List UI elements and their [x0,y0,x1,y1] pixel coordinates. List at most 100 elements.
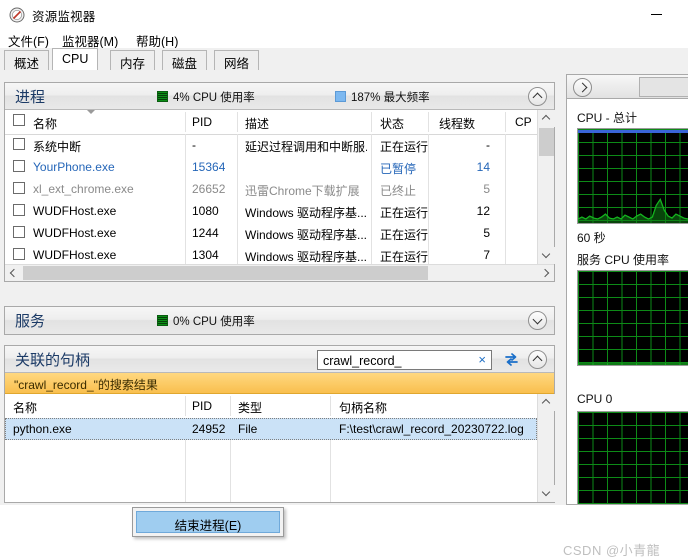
cell-status: 正在运行 [380,140,429,154]
cell-name: WUDFHost.exe [33,226,117,240]
context-menu-item-end-process[interactable]: 结束进程(E) [136,511,280,533]
cell-pid: 1244 [192,226,219,240]
select-all-checkbox[interactable] [13,114,25,126]
processes-panel-header[interactable]: 进程 4% CPU 使用率 187% 最大频率 [5,83,554,110]
graph-footer-60-seconds: 60 秒 [577,231,606,245]
search-input[interactable] [321,352,465,370]
service-cpu-trace [578,363,688,365]
scroll-up-icon[interactable] [538,110,555,127]
cell-type: File [238,422,258,436]
handles-title: 关联的句柄 [15,352,91,369]
table-row[interactable]: WUDFHost.exe 1244 Windows 驱动程序基... 正在运行 … [5,222,537,244]
right-column: CPU - 总计 60 秒 服务 CPU 使用率 CPU 0 [560,70,688,505]
tab-network[interactable]: 网络 [214,50,260,71]
cell-pid: 15364 [192,160,226,174]
processes-rows-viewport: 系统中断 - 延迟过程调用和中断服... 正在运行 - YourPhone.ex… [5,134,537,264]
graph-service-cpu [577,270,688,366]
minimize-button[interactable] [651,14,662,15]
column-divider[interactable] [237,112,238,132]
table-row[interactable]: YourPhone.exe 15364 已暂停 14 [5,156,537,178]
col-header-name[interactable]: 名称 [13,399,37,416]
cell-desc: Windows 驱动程序基... [245,250,367,264]
row-checkbox[interactable] [13,204,25,216]
cell-name: WUDFHost.exe [33,204,117,218]
cell-desc: 延迟过程调用和中断服... [245,140,367,154]
row-checkbox[interactable] [13,138,25,150]
scroll-down-icon[interactable] [538,485,555,502]
col-header-type[interactable]: 类型 [238,399,262,416]
row-checkbox[interactable] [13,182,25,194]
processes-table: 名称 PID 描述 状态 线程数 CP 系统中断 - 延迟过程调用和中断服...… [5,110,555,281]
handles-vertical-scrollbar[interactable] [537,394,555,502]
tab-strip: 概述 CPU 内存 磁盘 网络 [0,48,688,71]
cell-pid: 24952 [192,422,226,436]
processes-horizontal-scrollbar[interactable] [5,264,554,281]
column-divider[interactable] [185,396,186,416]
services-expand-icon[interactable] [528,311,547,330]
scroll-up-icon[interactable] [538,394,555,411]
chevron-right-icon[interactable] [573,78,592,97]
processes-cpu-usage: 4% CPU 使用率 [157,89,255,105]
scrollbar-thumb[interactable] [23,266,428,280]
tab-memory[interactable]: 内存 [110,50,156,71]
cell-name: python.exe [13,422,72,436]
col-header-pid[interactable]: PID [192,115,212,129]
column-divider[interactable] [185,112,186,132]
graph-cpu-0 [577,411,688,504]
column-divider[interactable] [371,112,372,132]
services-panel: 服务 0% CPU 使用率 [4,306,555,335]
cell-threads: - [486,138,490,152]
search-result-banner: "crawl_record_"的搜索结果 [5,373,554,394]
graph-label-cpu-total: CPU - 总计 [577,111,638,125]
csdn-watermark: CSDN @小青龍 [563,543,661,558]
processes-vertical-scrollbar[interactable] [537,110,555,264]
graph-label-cpu-0: CPU 0 [577,392,613,406]
table-row[interactable]: 系统中断 - 延迟过程调用和中断服... 正在运行 - [5,134,537,156]
col-header-handle-name[interactable]: 句柄名称 [339,399,387,416]
graph-view-selector[interactable] [639,77,688,97]
col-header-status[interactable]: 状态 [380,115,404,132]
cell-pid: 1304 [192,248,219,262]
row-checkbox[interactable] [13,226,25,238]
scroll-left-icon[interactable] [5,265,22,281]
search-arrows-icon[interactable] [503,351,521,369]
col-header-threads[interactable]: 线程数 [439,115,475,132]
scroll-right-icon[interactable] [537,265,554,281]
search-handles-box[interactable]: × [317,350,492,370]
tab-cpu[interactable]: CPU [52,48,99,70]
left-column: 进程 4% CPU 使用率 187% 最大频率 名称 PID 描述 状态 线程数… [4,74,555,505]
cell-desc: 迅雷Chrome下载扩展 [245,184,360,198]
col-header-pid[interactable]: PID [192,399,212,413]
column-divider[interactable] [505,112,506,132]
row-checkbox[interactable] [13,160,25,172]
right-panel-header [566,74,688,99]
column-divider[interactable] [230,396,231,416]
cell-pid: 1080 [192,204,219,218]
processes-collapse-icon[interactable] [528,87,547,106]
green-swatch-icon [157,91,168,102]
table-row[interactable]: WUDFHost.exe 1080 Windows 驱动程序基... 正在运行 … [5,200,537,222]
col-header-cpu[interactable]: CP [515,115,532,129]
processes-title: 进程 [15,89,46,106]
graph-label-service-cpu: 服务 CPU 使用率 [577,253,670,267]
table-row[interactable]: python.exe 24952 File F:\test\crawl_reco… [5,418,537,440]
tab-disk[interactable]: 磁盘 [162,50,208,71]
cell-threads: 5 [483,182,490,196]
row-checkbox[interactable] [13,248,25,260]
col-header-desc[interactable]: 描述 [245,115,269,132]
scroll-down-icon[interactable] [538,247,555,264]
column-divider[interactable] [428,112,429,132]
tab-overview[interactable]: 概述 [4,50,50,71]
context-menu-item-label: 结束进程(E) [174,519,242,533]
table-row[interactable]: WUDFHost.exe 1304 Windows 驱动程序基... 正在运行 … [5,244,537,264]
table-row[interactable]: xl_ext_chrome.exe 26652 迅雷Chrome下载扩展 已终止… [5,178,537,200]
scrollbar-thumb[interactable] [539,128,554,156]
column-divider[interactable] [330,396,331,416]
clear-icon[interactable]: × [478,353,486,367]
services-panel-header[interactable]: 服务 0% CPU 使用率 [5,307,554,334]
context-menu: 结束进程(E) [132,507,284,537]
handles-collapse-icon[interactable] [528,350,547,369]
col-header-name[interactable]: 名称 [33,115,57,132]
search-result-text: "crawl_record_"的搜索结果 [14,378,158,392]
cell-status: 正在运行 [380,228,429,242]
